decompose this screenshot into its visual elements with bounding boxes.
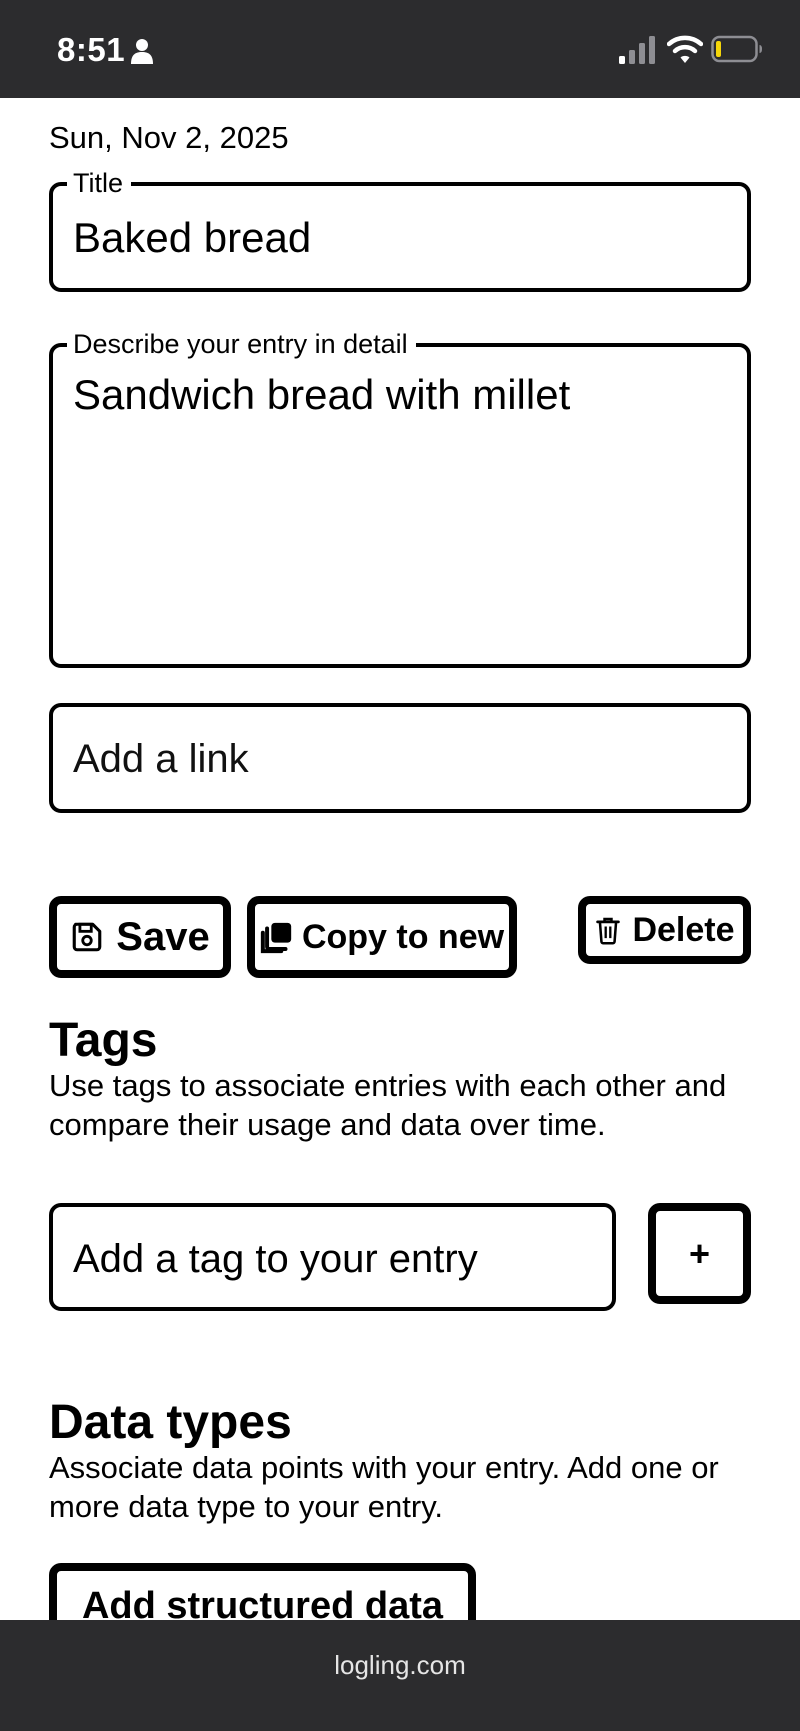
title-input-value: Baked bread <box>73 214 312 261</box>
trash-icon <box>596 917 621 945</box>
title-field[interactable]: Title Baked bread <box>49 168 751 292</box>
plus-icon: + <box>688 1232 711 1274</box>
save-icon <box>72 922 102 952</box>
data-types-description: Associate data points with your entry. A… <box>49 1450 719 1524</box>
link-placeholder: Add a link <box>73 737 249 781</box>
delete-label: Delete <box>632 910 735 949</box>
add-tag-button[interactable]: + <box>648 1203 751 1304</box>
link-input[interactable]: Add a link <box>49 703 751 813</box>
tags-description: Use tags to associate entries with each … <box>49 1068 727 1142</box>
tag-input[interactable]: Add a tag to your entry <box>49 1203 616 1311</box>
add-structured-data-label: Add structured data <box>81 1585 444 1620</box>
signal-icon <box>619 36 655 64</box>
description-label: Describe your entry in detail <box>67 329 416 359</box>
browser-bar[interactable]: logling.com <box>0 1620 800 1731</box>
delete-button[interactable]: Delete <box>578 896 751 964</box>
url-text[interactable]: logling.com <box>0 1650 800 1681</box>
person-icon <box>131 39 153 64</box>
tags-heading: Tags <box>49 1014 158 1067</box>
status-time: 8:51 <box>57 31 126 68</box>
title-label: Title <box>67 168 132 198</box>
copy-icon <box>260 922 292 954</box>
add-structured-data-button[interactable]: Add structured data <box>49 1563 476 1620</box>
description-input-value: Sandwich bread with millet <box>73 371 571 418</box>
description-field[interactable]: Describe your entry in detail Sandwich b… <box>49 329 751 668</box>
status-bar: 8:51 <box>0 0 800 98</box>
entry-form: Sun, Nov 2, 2025 Title Baked bread Descr… <box>0 98 800 1620</box>
battery-icon <box>711 35 762 63</box>
data-types-heading: Data types <box>49 1396 292 1449</box>
tag-input-placeholder: Add a tag to your entry <box>73 1237 478 1281</box>
copy-to-new-button[interactable]: Copy to new <box>247 896 517 978</box>
entry-date: Sun, Nov 2, 2025 <box>49 120 289 155</box>
save-button[interactable]: Save <box>49 896 231 978</box>
wifi-icon <box>667 35 703 63</box>
copy-label: Copy to new <box>301 917 505 956</box>
save-label: Save <box>116 914 210 959</box>
